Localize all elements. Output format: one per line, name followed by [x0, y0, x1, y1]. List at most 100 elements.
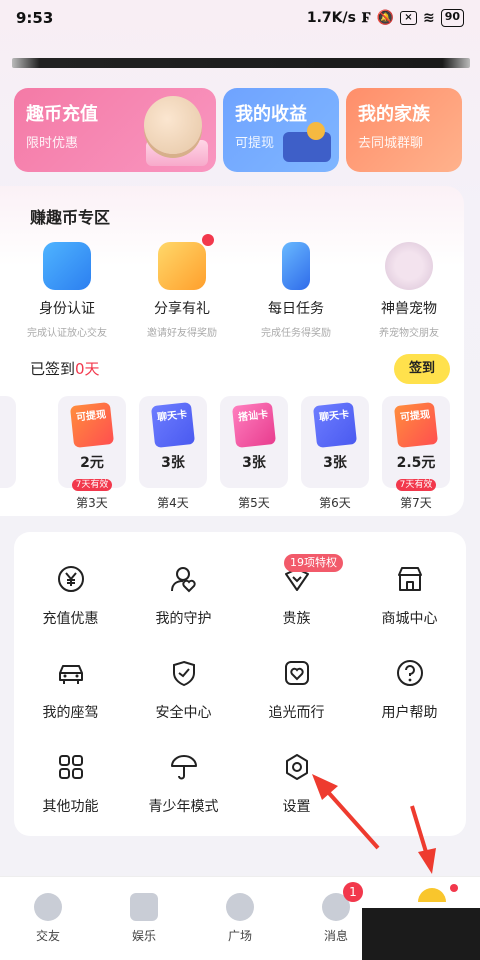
menu-my-guard[interactable]: 我的守护: [127, 564, 240, 628]
day-value: 2.5元: [396, 455, 436, 471]
family-card[interactable]: 我的家族 去同城群聊: [346, 88, 462, 172]
nav-friends[interactable]: 交友: [18, 893, 78, 944]
day-card-6[interactable]: 聊天卡 3张 第6天: [301, 396, 369, 511]
nav-label: 交友: [35, 929, 60, 943]
nav-label: 娱乐: [131, 929, 156, 943]
message-count-badge: 1: [343, 882, 363, 902]
sim-x-icon: ×: [399, 11, 417, 25]
menu-user-help[interactable]: 用户帮助: [353, 658, 466, 722]
earnings-card[interactable]: 我的收益 可提现: [223, 88, 339, 172]
feature-sub: 养宠物交朋友: [379, 328, 439, 339]
noble-privilege-badge: 19项特权: [284, 554, 343, 572]
day-value: 3张: [242, 455, 266, 471]
greet-card-icon: 搭讪卡: [231, 402, 277, 448]
menu-my-car[interactable]: 我的座驾: [14, 658, 127, 722]
shield-check-icon: [43, 242, 91, 290]
feature-label: 每日任务: [268, 301, 324, 317]
menu-settings[interactable]: 设置: [240, 752, 353, 816]
day-card-7[interactable]: 可提现 2.5元 7天有效 第7天: [382, 396, 450, 511]
recharge-card[interactable]: 趣币充值 限时优惠: [14, 88, 216, 172]
sign-days: 0天: [75, 360, 100, 378]
day-card-5[interactable]: 搭讪卡 3张 第5天: [220, 396, 288, 511]
day-card-4[interactable]: 聊天卡 3张 第4天: [139, 396, 207, 511]
feature-daily-task[interactable]: 每日任务 完成任务得奖励: [241, 242, 351, 339]
earn-coins-section: 赚趣币专区 身份认证 完成认证放心交友 分享有礼 邀请好友得奖励 每日任务 完成…: [0, 186, 464, 516]
bottle-icon: [282, 242, 310, 290]
video-nav-icon: [130, 893, 158, 921]
menu-label: 充值优惠: [42, 611, 99, 627]
nav-label: 广场: [227, 929, 252, 943]
menu-label: 我的守护: [155, 611, 212, 627]
day-card-partial: [0, 396, 16, 488]
banner-strip[interactable]: [12, 58, 470, 68]
feature-sub: 完成任务得奖励: [261, 328, 331, 339]
day-label: 第7天: [400, 496, 432, 510]
day-label: 第5天: [238, 496, 270, 510]
cash-ticket-icon: 可提现: [393, 402, 439, 448]
function-menu: 充值优惠 我的守护 贵族 商城中心 我的座驾 安全中心 追光而行 用户帮助 其他…: [14, 532, 466, 836]
nav-plaza[interactable]: 广场: [210, 893, 270, 944]
menu-youth-mode[interactable]: 青少年模式: [127, 752, 240, 816]
heart-nav-icon: [34, 893, 62, 921]
status-time: 9:53: [16, 9, 54, 27]
nav-label: 消息: [323, 929, 348, 943]
dark-overlay: [362, 908, 480, 960]
section-title: 赚趣币专区: [30, 208, 111, 227]
status-bar: 9:53 1.7K/s 𝟊 🔕 × ≋ 90: [0, 0, 480, 36]
day-label: 第3天: [76, 496, 108, 510]
sign-in-button[interactable]: 签到: [394, 354, 450, 384]
day-value: 3张: [161, 455, 185, 471]
notification-dot: [202, 234, 214, 246]
menu-label: 青少年模式: [148, 799, 219, 815]
menu-label: 用户帮助: [381, 705, 438, 721]
menu-label: 其他功能: [42, 799, 99, 815]
notification-dot: [450, 884, 458, 892]
status-icons: 1.7K/s 𝟊 🔕 × ≋ 90: [307, 9, 464, 27]
menu-noble[interactable]: 贵族: [240, 564, 353, 628]
cash-ticket-icon: 可提现: [69, 402, 115, 448]
card-sub: 去同城群聊: [358, 136, 424, 151]
menu-label: 商城中心: [381, 611, 438, 627]
heart-frame-icon: [282, 658, 312, 688]
shield-icon: [169, 658, 199, 688]
feature-id-verify[interactable]: 身份认证 完成认证放心交友: [12, 242, 122, 339]
feature-sub: 完成认证放心交友: [27, 328, 107, 339]
grid-icon: [56, 752, 86, 782]
pet-dragon-icon: [385, 242, 433, 290]
menu-security-center[interactable]: 安全中心: [127, 658, 240, 722]
wifi-icon: ≋: [422, 10, 435, 26]
gift-box-icon: [158, 242, 206, 290]
feature-pet[interactable]: 神兽宠物 养宠物交朋友: [354, 242, 464, 339]
day-label: 第6天: [319, 496, 351, 510]
nav-entertainment[interactable]: 娱乐: [114, 893, 174, 944]
help-icon: [395, 658, 425, 688]
settings-icon: [282, 752, 312, 782]
store-icon: [395, 564, 425, 594]
menu-recharge-discount[interactable]: 充值优惠: [14, 564, 127, 628]
battery-icon: 90: [440, 9, 464, 27]
car-icon: [56, 658, 86, 688]
top-cards: 趣币充值 限时优惠 我的收益 可提现 我的家族 去同城群聊: [14, 88, 466, 172]
chat-card-icon: 聊天卡: [150, 402, 196, 448]
expiry-tag: 7天有效: [395, 479, 437, 491]
feature-label: 身份认证: [39, 301, 95, 317]
menu-chase-light[interactable]: 追光而行: [240, 658, 353, 722]
menu-store[interactable]: 商城中心: [353, 564, 466, 628]
feature-sub: 邀请好友得奖励: [147, 328, 217, 339]
menu-label: 我的座驾: [42, 705, 99, 721]
day-value: 2元: [80, 455, 104, 471]
day-value: 3张: [323, 455, 347, 471]
menu-label: 贵族: [282, 611, 311, 627]
network-speed: 1.7K/s: [306, 10, 356, 26]
umbrella-icon: [169, 752, 199, 782]
feature-label: 神兽宠物: [381, 301, 437, 317]
bluetooth-icon: 𝟊: [361, 10, 371, 26]
yen-icon: [56, 564, 86, 594]
page: 9:53 1.7K/s 𝟊 🔕 × ≋ 90 趣币充值 限时优惠 我的收益 可提…: [0, 0, 480, 960]
feature-share-gift[interactable]: 分享有礼 邀请好友得奖励: [127, 242, 237, 339]
card-title: 我的家族: [358, 104, 430, 125]
expiry-tag: 7天有效: [71, 479, 113, 491]
day-card-3[interactable]: 可提现 2元 7天有效 第3天: [58, 396, 126, 511]
wallet-icon: [283, 122, 331, 162]
menu-other-functions[interactable]: 其他功能: [14, 752, 127, 816]
